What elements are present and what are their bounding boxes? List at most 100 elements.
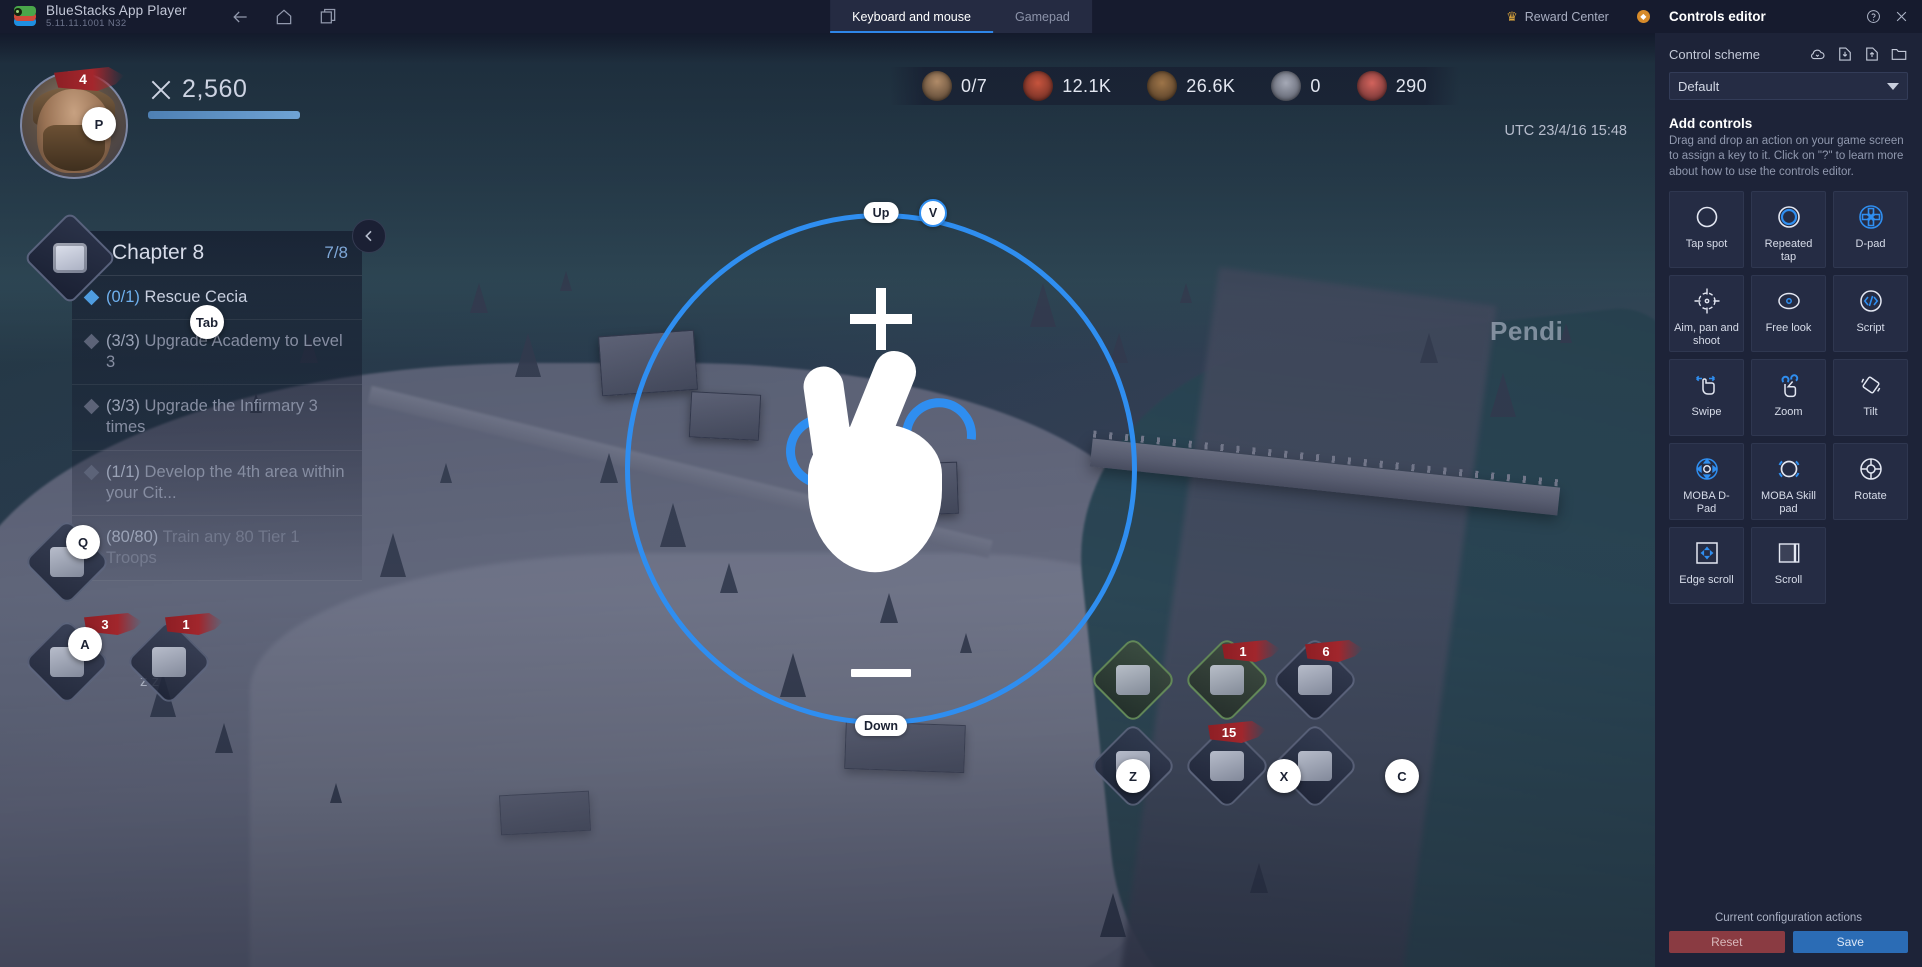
resource-troops: 0/7 — [906, 71, 1003, 101]
quest-item[interactable]: (1/1) Develop the 4th area within your C… — [72, 451, 362, 516]
close-icon[interactable] — [1890, 6, 1912, 28]
reward-center-label: Reward Center — [1524, 9, 1609, 24]
utc-clock: UTC 23/4/16 15:48 — [1504, 123, 1627, 139]
footer-title: Current configuration actions — [1714, 912, 1863, 924]
quest-item-text: (80/80) Train any 80 Tier 1 Troops — [106, 527, 348, 569]
rotate-icon — [1856, 454, 1886, 484]
app-version: 5.11.11.1001 N32 — [46, 18, 127, 30]
quest-item-label: Develop the 4th area within your Cit... — [106, 462, 345, 502]
quest-bullet-icon — [83, 399, 100, 415]
count-badge-value: 6 — [1322, 643, 1330, 659]
control-scheme-label: Control scheme — [1669, 46, 1761, 62]
resource-iron-value: 290 — [1395, 75, 1427, 96]
back-icon[interactable] — [229, 6, 251, 28]
key-binding-C[interactable]: C — [1385, 759, 1419, 793]
key-binding-A[interactable]: A — [68, 627, 102, 661]
quest-item-text: (3/3) Upgrade the Infirmary 3 times — [106, 396, 348, 438]
resource-wood-value: 26.6K — [1186, 75, 1236, 96]
control-dpad[interactable]: D-pad — [1833, 191, 1908, 269]
iron-icon — [1356, 71, 1387, 101]
control-scroll[interactable]: Scroll — [1751, 527, 1826, 605]
control-repeated-tap[interactable]: Repeated tap — [1751, 191, 1826, 269]
controls-editor-header: Controls editor — [1655, 0, 1922, 33]
control-scheme-select[interactable]: Default — [1669, 72, 1908, 100]
moba-skill-pad-icon — [1774, 454, 1804, 484]
zoom-icon — [1774, 370, 1804, 400]
help-circle-icon[interactable] — [1862, 6, 1884, 28]
tab-keyboard-and-mouse[interactable]: Keyboard and mouse — [830, 0, 993, 33]
cloud-sync-icon[interactable] — [1809, 45, 1827, 63]
moba-dpad-icon — [1692, 454, 1722, 484]
control-edge-scroll[interactable]: Edge scroll — [1669, 527, 1744, 605]
quest-bullet-icon — [83, 464, 100, 480]
count-badge-value: 15 — [1221, 724, 1237, 740]
hero-power-block: 2,560 — [148, 75, 300, 119]
control-free-look[interactable]: Free look — [1751, 275, 1826, 353]
add-controls-title: Add controls — [1669, 116, 1753, 131]
quest-bullet-icon — [83, 333, 100, 350]
crossed-axes-icon — [151, 80, 171, 99]
tab-gamepad[interactable]: Gamepad — [993, 0, 1092, 33]
import-icon[interactable] — [1836, 45, 1854, 63]
count-badge-value: 1 — [1239, 643, 1247, 659]
quest-item-count: (0/1) — [106, 288, 140, 306]
hero-avatar[interactable]: 4 P — [20, 67, 128, 179]
key-binding-P[interactable]: P — [82, 107, 116, 141]
reset-button[interactable]: Reset — [1669, 931, 1785, 953]
save-button[interactable]: Save — [1792, 931, 1908, 953]
quest-item[interactable]: (80/80) Train any 80 Tier 1 Troops — [72, 516, 362, 581]
key-binding-X[interactable]: X — [1267, 759, 1301, 793]
bluestacks-window: BlueStacks App Player 5.11.11.1001 N32 K… — [0, 0, 1922, 967]
controls-editor-panel: Controls editor Control scheme Default A… — [1655, 0, 1922, 967]
minus-icon — [851, 669, 911, 677]
control-scheme-row: Control scheme — [1669, 45, 1908, 63]
quest-collapse-button[interactable] — [352, 219, 386, 253]
reward-center-button[interactable]: ♛ Reward Center — [1492, 0, 1623, 33]
dpad-icon — [1856, 202, 1886, 232]
control-tilt[interactable]: Tilt — [1833, 359, 1908, 437]
key-binding-Z[interactable]: Z — [1116, 759, 1150, 793]
aim-pan-shoot-icon — [1692, 286, 1722, 316]
hero-power-value: 2,560 — [182, 75, 248, 103]
count-badge-value: 3 — [101, 616, 109, 632]
folder-icon[interactable] — [1890, 45, 1908, 63]
control-swipe[interactable]: Swipe — [1669, 359, 1744, 437]
controls-grid: Tap spot Repeated tap D-pad Aim, pan and… — [1669, 191, 1908, 605]
resource-meat: 12.1K — [1007, 71, 1127, 101]
control-label: D-pad — [1855, 238, 1886, 251]
key-binding-V[interactable]: V — [919, 199, 947, 227]
quest-item[interactable]: (3/3) Upgrade the Infirmary 3 times — [72, 385, 362, 451]
control-scheme-value: Default — [1678, 78, 1720, 94]
count-badge-value: 1 — [182, 616, 190, 632]
control-label: Repeated tap — [1764, 238, 1813, 264]
export-icon[interactable] — [1863, 45, 1881, 63]
multi-instance-icon[interactable] — [317, 6, 339, 28]
quest-item-count: (3/3) — [106, 332, 140, 351]
chevron-left-icon — [365, 230, 372, 242]
zoom-control-overlay[interactable]: Up Down V — [625, 199, 1137, 736]
key-binding-Q[interactable]: Q — [66, 525, 100, 559]
control-moba-dpad[interactable]: MOBA D-Pad — [1669, 443, 1744, 521]
control-rotate[interactable]: Rotate — [1833, 443, 1908, 521]
quest-item-count: (80/80) — [106, 527, 159, 546]
resource-troops-value: 0/7 — [961, 75, 988, 96]
control-label: Aim, pan and shoot — [1674, 322, 1739, 348]
control-script[interactable]: Script — [1833, 275, 1908, 353]
game-viewport[interactable]: 4 P 2,560 0/7 12.1K 26.6K 0 290 UTC 23/4… — [0, 33, 1655, 967]
key-binding-Tab[interactable]: Tab — [190, 305, 224, 339]
control-tap-spot[interactable]: Tap spot — [1669, 191, 1744, 269]
home-icon[interactable] — [273, 6, 295, 28]
chevron-down-icon — [1887, 82, 1899, 90]
quest-item-count: (1/1) — [106, 462, 140, 481]
controls-editor-body: Control scheme Default Add controls Drag… — [1655, 33, 1922, 912]
pinch-zoom-hand-icon — [772, 344, 991, 578]
quest-item-count: (3/3) — [106, 397, 140, 416]
tap-spot-icon — [1692, 202, 1722, 232]
meat-icon — [1023, 71, 1054, 101]
control-moba-skill-pad[interactable]: MOBA Skill pad — [1751, 443, 1826, 521]
quest-chapter-title: Chapter 8 — [112, 241, 205, 264]
control-aim-pan-shoot[interactable]: Aim, pan and shoot — [1669, 275, 1744, 353]
control-zoom[interactable]: Zoom — [1751, 359, 1826, 437]
stone-icon — [1271, 71, 1302, 101]
edge-scroll-icon — [1692, 538, 1722, 568]
